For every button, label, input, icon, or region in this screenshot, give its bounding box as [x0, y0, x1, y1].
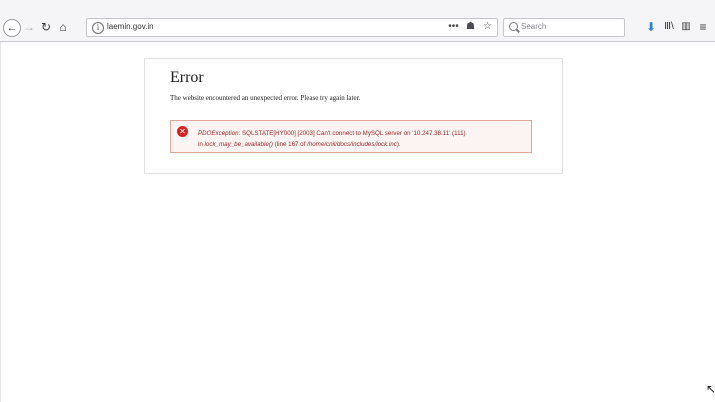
exception-message: : SQLSTATE[HY000] [2003] Can't connect t… [238, 130, 466, 137]
forward-button[interactable]: → [22, 20, 36, 34]
arrow-left-icon: ← [6, 21, 18, 34]
bookmark-star-icon[interactable]: ☆ [482, 21, 493, 32]
home-icon: ⌂ [59, 20, 67, 34]
error-icon: ✕ [177, 126, 188, 137]
pocket-icon[interactable]: ☗ [465, 21, 476, 32]
page-title: Error [170, 69, 204, 86]
search-placeholder: Search [521, 22, 547, 31]
page-actions-menu-icon[interactable]: ••• [448, 21, 459, 32]
error-message-text: PDOException: SQLSTATE[HY000] [2003] Can… [198, 128, 528, 150]
page-border [0, 42, 1, 402]
download-icon[interactable]: ⬇ [645, 20, 657, 34]
back-button[interactable]: ← [3, 19, 21, 37]
search-icon [509, 22, 518, 31]
function-name: lock_may_be_available() [204, 141, 273, 148]
reload-icon: ↻ [40, 20, 52, 34]
message-location: (line 167 of [273, 141, 308, 148]
exception-class: PDOException [198, 130, 239, 137]
error-description: The website encountered an unexpected er… [170, 94, 361, 102]
menu-icon[interactable]: ≡ [697, 20, 709, 34]
file-path: /home/cnil/docs/includes/lock.inc [307, 141, 397, 148]
search-bar[interactable]: Search [503, 18, 625, 37]
reload-button[interactable]: ↻ [39, 20, 53, 34]
arrow-right-icon: → [23, 20, 35, 34]
url-bar[interactable]: i laemin.gov.in ••• ☗ ☆ [86, 18, 498, 37]
error-message: ✕ PDOException: SQLSTATE[HY000] [2003] C… [170, 120, 532, 153]
browser-toolbar: ← → ↻ ⌂ i laemin.gov.in ••• ☗ ☆ Search ⬇… [0, 0, 715, 42]
message-location-end: ). [396, 141, 401, 148]
url-text[interactable]: laemin.gov.in [107, 22, 154, 31]
info-icon[interactable]: i [92, 22, 104, 34]
sidebar-icon[interactable]: ▥ [680, 20, 692, 34]
error-panel: Error The website encountered an unexpec… [144, 58, 563, 174]
page-actions: ••• ☗ ☆ [448, 21, 493, 32]
home-button[interactable]: ⌂ [56, 20, 70, 34]
mouse-cursor-icon: ↖ [706, 382, 715, 396]
library-icon[interactable]: Ⅲ\ [663, 20, 675, 34]
